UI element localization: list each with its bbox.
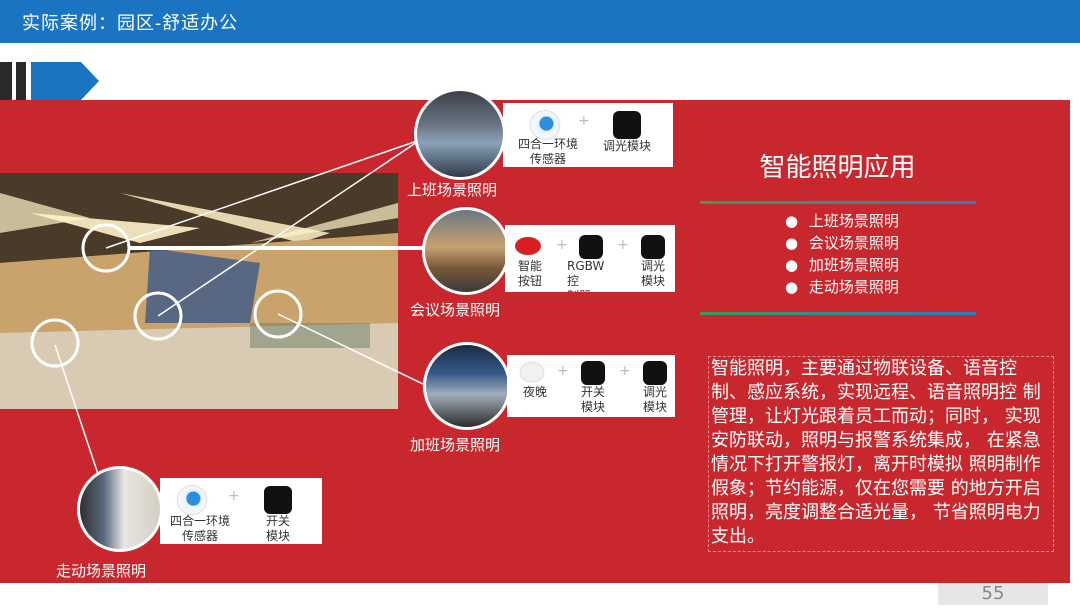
bullet-item: 走动场景照明 bbox=[785, 276, 899, 298]
night-light-icon bbox=[521, 363, 543, 381]
switch-module-icon bbox=[581, 361, 605, 385]
walk-scene-photo bbox=[77, 466, 163, 552]
plus-icon: + bbox=[556, 237, 568, 253]
walk-devices-card: + 四合一环境 传感器 开关 模块 bbox=[160, 478, 322, 544]
divider bbox=[700, 201, 976, 204]
dimmer-module-icon bbox=[643, 361, 667, 385]
overtime-scene-label: 加班场景照明 bbox=[410, 436, 501, 454]
device-label: RGBW 控 制器 bbox=[567, 259, 605, 292]
plus-icon: + bbox=[228, 488, 240, 504]
switch-module-icon bbox=[264, 486, 292, 514]
walk-scene-label: 走动场景照明 bbox=[56, 562, 147, 580]
rgbw-controller-icon bbox=[579, 235, 603, 259]
overtime-scene-photo bbox=[423, 342, 511, 430]
app-title: 智能照明应用 bbox=[759, 153, 916, 183]
meeting-devices-card: + + 智能 按钮 RGBW 控 制器 调光 模块 bbox=[505, 225, 675, 292]
device-label: 开关 模块 bbox=[580, 385, 605, 414]
meeting-scene-label: 会议场景照明 bbox=[410, 301, 501, 319]
bullet-item: 加班场景照明 bbox=[785, 254, 899, 276]
device-label: 夜晚 bbox=[522, 385, 547, 399]
bullet-item: 会议场景照明 bbox=[785, 232, 899, 254]
dimmer-module-icon bbox=[613, 111, 641, 139]
overtime-devices-card: + + 夜晚 开关 模块 调光 模块 bbox=[507, 355, 675, 417]
sensor-icon bbox=[178, 486, 206, 514]
device-label: 调光 模块 bbox=[640, 259, 665, 288]
work-scene-label: 上班场景照明 bbox=[407, 181, 498, 199]
plus-icon: + bbox=[617, 237, 629, 253]
plus-icon: + bbox=[619, 363, 631, 379]
device-label: 智能 按钮 bbox=[517, 259, 542, 288]
device-label: 调光 模块 bbox=[642, 385, 667, 414]
dimmer-module-icon bbox=[641, 235, 665, 259]
bullet-list: 上班场景照明 会议场景照明 加班场景照明 走动场景照明 bbox=[785, 210, 899, 298]
device-label: 开关 模块 bbox=[265, 514, 290, 543]
bullet-item: 上班场景照明 bbox=[785, 210, 899, 232]
work-devices-card: + 四合一环境 传感器 调光模块 bbox=[503, 103, 673, 167]
smart-button-icon bbox=[515, 237, 541, 255]
sensor-icon bbox=[531, 111, 559, 139]
meeting-scene-photo bbox=[422, 207, 510, 295]
device-label: 四合一环境 传感器 bbox=[169, 514, 230, 543]
device-label: 调光模块 bbox=[602, 139, 651, 153]
divider bbox=[700, 312, 976, 315]
plus-icon: + bbox=[557, 363, 569, 379]
plus-icon: + bbox=[578, 113, 590, 129]
description-text: 智能照明，主要通过物联设备、语音控 制、感应系统，实现远程、语音照明控 制管理，… bbox=[708, 356, 1054, 552]
page-number: 55 bbox=[938, 583, 1048, 605]
work-scene-photo bbox=[414, 88, 506, 180]
device-label: 四合一环境 传感器 bbox=[517, 137, 578, 166]
